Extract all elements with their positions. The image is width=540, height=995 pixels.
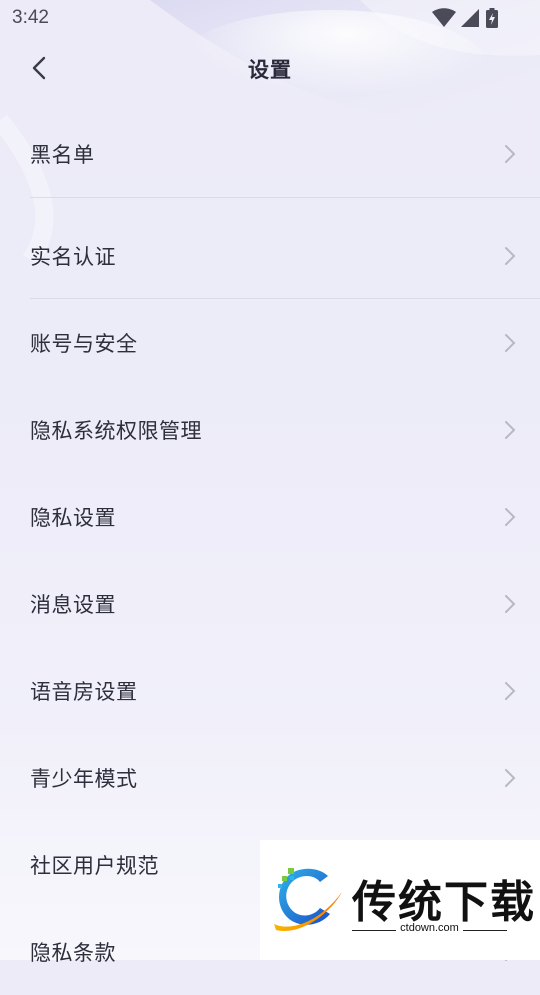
menu-item-account-security[interactable]: 账号与安全 bbox=[0, 299, 540, 386]
menu-item-youth-mode[interactable]: 青少年模式 bbox=[0, 734, 540, 821]
watermark-url-text: ctdown.com bbox=[396, 922, 463, 934]
menu-item-blacklist[interactable]: 黑名单 bbox=[0, 110, 540, 198]
chevron-right-icon bbox=[505, 333, 516, 352]
menu-item-label: 青少年模式 bbox=[30, 766, 138, 791]
menu-item-label: 语音房设置 bbox=[30, 679, 138, 704]
menu-item-label: 隐私条款 bbox=[30, 940, 116, 965]
battery-charging-icon bbox=[486, 8, 498, 28]
cellular-signal-icon bbox=[461, 9, 479, 27]
wifi-icon bbox=[432, 8, 456, 27]
chevron-right-icon bbox=[505, 594, 516, 613]
menu-item-label: 消息设置 bbox=[30, 592, 116, 617]
chevron-right-icon bbox=[505, 768, 516, 787]
ctdown-logo-icon bbox=[274, 868, 342, 932]
navigation-bar: 设置 bbox=[0, 40, 540, 96]
menu-item-voice-room-settings[interactable]: 语音房设置 bbox=[0, 647, 540, 734]
chevron-right-icon bbox=[505, 145, 516, 163]
menu-item-message-settings[interactable]: 消息设置 bbox=[0, 560, 540, 647]
menu-item-label: 社区用户规范 bbox=[30, 853, 159, 878]
divider bbox=[30, 197, 540, 198]
menu-item-label: 黑名单 bbox=[30, 143, 95, 167]
chevron-right-icon bbox=[505, 420, 516, 439]
menu-item-real-name-verification[interactable]: 实名认证 bbox=[0, 212, 540, 299]
menu-item-label: 实名认证 bbox=[30, 244, 116, 269]
menu-item-privacy-permissions[interactable]: 隐私系统权限管理 bbox=[0, 386, 540, 473]
watermark-brand: 传统下载 bbox=[352, 877, 536, 928]
menu-item-label: 隐私系统权限管理 bbox=[30, 418, 202, 443]
chevron-right-icon bbox=[505, 507, 516, 526]
page-title: 设置 bbox=[248, 58, 292, 82]
menu-item-label: 账号与安全 bbox=[30, 331, 138, 356]
watermark-overlay: 传统下载 ctdown.com bbox=[260, 840, 540, 960]
menu-item-privacy-settings[interactable]: 隐私设置 bbox=[0, 473, 540, 560]
status-time: 3:42 bbox=[12, 7, 49, 28]
status-bar: 3:42 bbox=[0, 0, 540, 36]
menu-item-label: 隐私设置 bbox=[30, 505, 116, 530]
chevron-right-icon bbox=[505, 246, 516, 265]
chevron-right-icon bbox=[505, 681, 516, 700]
watermark-url: ctdown.com bbox=[352, 922, 507, 934]
